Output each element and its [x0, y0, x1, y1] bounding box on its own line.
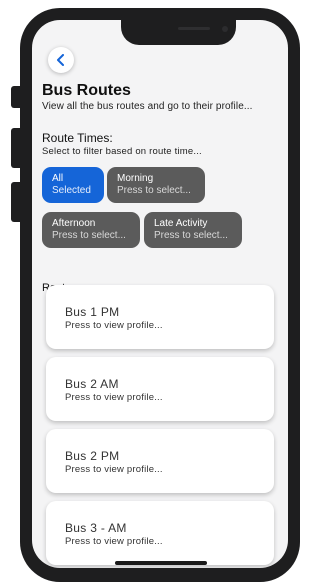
chip-label: Morning [117, 173, 154, 184]
chevron-left-icon [57, 54, 64, 66]
camera [222, 26, 228, 32]
filter-chip-late-activity[interactable]: Late Activity Press to select... [144, 212, 242, 248]
route-card-bus-2-pm[interactable]: Bus 2 PM Press to view profile... [46, 429, 274, 493]
chip-status: Press to select... [52, 230, 126, 241]
route-hint: Press to view profile... [65, 392, 163, 403]
route-name: Bus 3 - AM [65, 521, 127, 535]
route-name: Bus 2 PM [65, 449, 120, 463]
route-times-title: Route Times: [42, 131, 113, 145]
route-card-bus-1-pm[interactable]: Bus 1 PM Press to view profile... [46, 285, 274, 349]
device-side-button [11, 86, 23, 108]
device-side-button [11, 182, 23, 222]
route-times-subtitle: Select to filter based on route time... [42, 146, 202, 157]
chip-status: Press to select... [154, 230, 228, 241]
route-hint: Press to view profile... [65, 536, 163, 547]
page-title: Bus Routes [42, 82, 131, 99]
app-screen: Bus Routes View all the bus routes and g… [32, 20, 288, 568]
filter-chip-morning[interactable]: Morning Press to select... [107, 167, 205, 203]
back-button[interactable] [48, 47, 74, 73]
chip-label: All [52, 173, 64, 184]
chip-status: Selected [52, 185, 91, 196]
chip-label: Late Activity [154, 218, 208, 229]
route-card-bus-3-am[interactable]: Bus 3 - AM Press to view profile... [46, 501, 274, 565]
device-notch [121, 20, 236, 45]
chip-label: Afternoon [52, 218, 96, 229]
route-name: Bus 2 AM [65, 377, 119, 391]
route-name: Bus 1 PM [65, 305, 120, 319]
route-hint: Press to view profile... [65, 464, 163, 475]
device-side-button [11, 128, 23, 168]
filter-chip-all[interactable]: All Selected [42, 167, 104, 203]
filter-chip-afternoon[interactable]: Afternoon Press to select... [42, 212, 140, 248]
chip-status: Press to select... [117, 185, 191, 196]
page-subtitle: View all the bus routes and go to their … [42, 101, 253, 112]
route-hint: Press to view profile... [65, 320, 163, 331]
home-indicator[interactable] [115, 561, 207, 565]
speaker [178, 27, 210, 30]
route-card-bus-2-am[interactable]: Bus 2 AM Press to view profile... [46, 357, 274, 421]
